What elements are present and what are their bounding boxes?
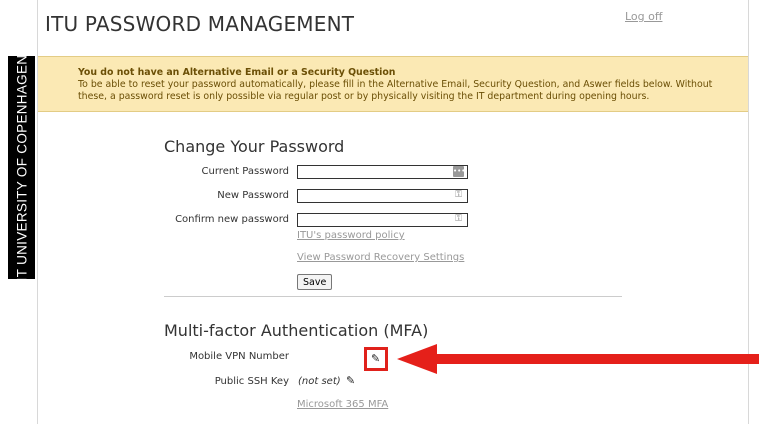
save-button[interactable]: Save: [297, 274, 333, 290]
confirm-password-label: Confirm new password: [175, 214, 289, 225]
confirm-password-input[interactable]: [297, 213, 468, 227]
change-password-heading: Change Your Password: [164, 137, 345, 156]
university-banner: IT UNIVERSITY OF COPENHAGEN: [8, 54, 35, 281]
key-icon[interactable]: ⚿: [453, 190, 464, 201]
current-password-label: Current Password: [201, 166, 289, 177]
alert-body: To be able to reset your password automa…: [78, 79, 713, 102]
mfa-heading: Multi-factor Authentication (MFA): [164, 321, 429, 340]
mobile-vpn-edit-highlight: ✎: [364, 347, 388, 371]
mobile-vpn-label: Mobile VPN Number: [189, 351, 289, 362]
section-divider: [164, 296, 622, 297]
pencil-icon[interactable]: ✎: [346, 374, 355, 387]
new-password-input[interactable]: [297, 189, 468, 203]
current-password-input[interactable]: [297, 165, 468, 179]
new-password-label: New Password: [217, 190, 289, 201]
university-banner-text: IT UNIVERSITY OF COPENHAGEN: [14, 54, 29, 281]
missing-recovery-alert: You do not have an Alternative Email or …: [38, 56, 748, 112]
alert-title: You do not have an Alternative Email or …: [78, 67, 396, 78]
arrow-shaft: [436, 354, 759, 364]
key-icon[interactable]: ⚿: [453, 214, 464, 225]
ssh-key-label: Public SSH Key: [214, 376, 289, 387]
arrow-left-icon: [397, 344, 437, 374]
page-title: ITU PASSWORD MANAGEMENT: [45, 12, 355, 36]
password-manager-icon[interactable]: •••: [453, 166, 465, 177]
recovery-settings-link[interactable]: View Password Recovery Settings: [297, 252, 464, 263]
password-policy-link[interactable]: ITU's password policy: [297, 230, 405, 241]
logoff-link[interactable]: Log off: [625, 10, 662, 23]
microsoft-365-mfa-link[interactable]: Microsoft 365 MFA: [297, 399, 388, 410]
pencil-icon[interactable]: ✎: [371, 352, 380, 365]
ssh-key-value: (not set): [298, 376, 341, 387]
